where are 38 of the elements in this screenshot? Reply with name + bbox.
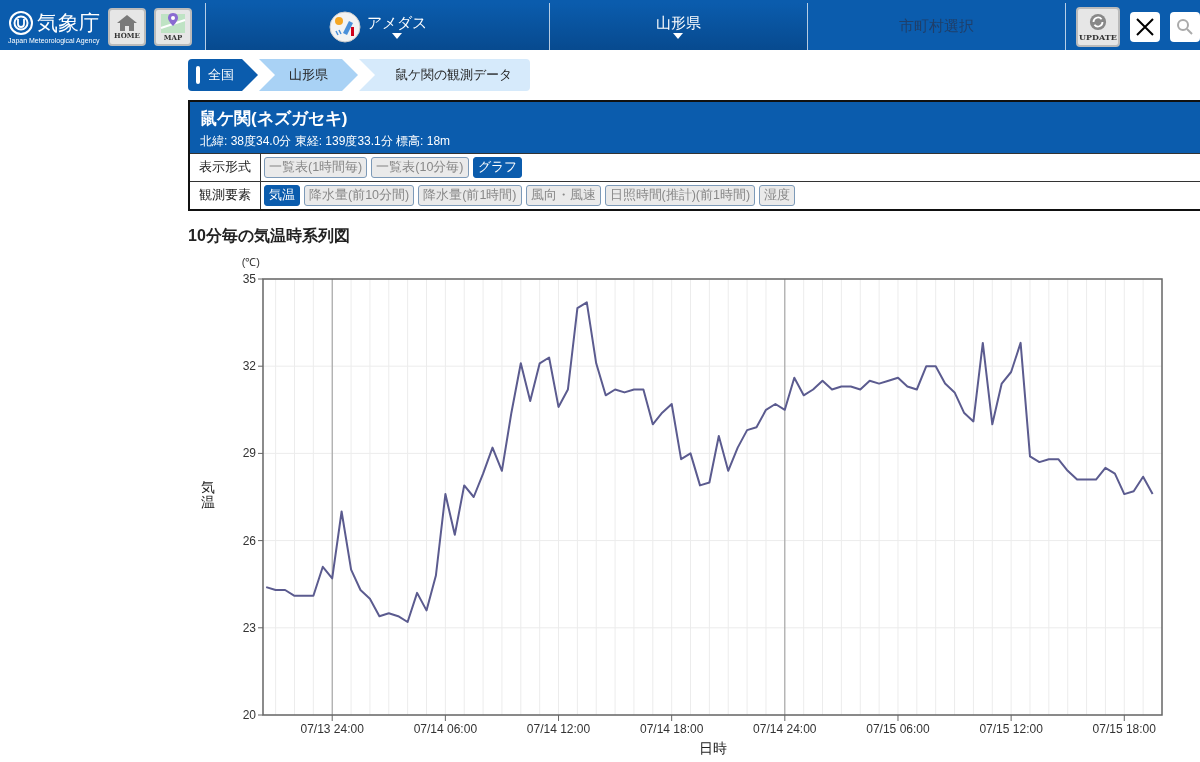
row-label: 表示形式 (190, 153, 261, 181)
station-location: 北緯: 38度34.0分 東経: 139度33.1分 標高: 18m (200, 132, 452, 150)
search-icon[interactable] (1170, 11, 1200, 42)
agency-logo-icon (8, 9, 34, 36)
breadcrumb-link[interactable]: 山形県 (259, 59, 358, 91)
x-tick-label: 07/14 12:00 (526, 721, 591, 736)
update-button[interactable]: UPDATE (1076, 6, 1120, 47)
y-tick-label: 29 (242, 445, 256, 460)
y-axis-label: 気温 (201, 479, 215, 511)
row-label: 観測要素 (190, 181, 261, 209)
map-pin-icon (160, 12, 186, 34)
breadcrumb-link[interactable]: 全国 (188, 59, 258, 91)
refresh-icon (1089, 12, 1107, 31)
house-icon (116, 14, 138, 32)
breadcrumb-link[interactable]: 鼠ケ関の観測データ (359, 59, 530, 91)
x-tick-label: 07/14 06:00 (413, 721, 478, 736)
x-tick-label: 07/15 12:00 (979, 721, 1043, 736)
station-name: 鼠ケ関(ネズガセキ) (200, 108, 349, 130)
y-tick-label: 26 (242, 533, 256, 548)
option-button[interactable]: 気温 (264, 184, 300, 206)
weather-map-icon (328, 10, 361, 43)
y-tick-label: 20 (242, 707, 256, 722)
nav-dropdown[interactable]: アメダス (206, 3, 551, 50)
x-tick-label: 07/13 24:00 (300, 721, 364, 736)
x-tick-label: 07/14 18:00 (639, 721, 704, 736)
y-tick-label: 23 (242, 620, 256, 635)
unit-label: (℃) (241, 255, 260, 268)
nav-dropdown[interactable]: 山形県 (550, 3, 808, 50)
option-button[interactable]: グラフ (472, 156, 522, 178)
x-logo-icon[interactable] (1130, 11, 1160, 42)
x-tick-label: 07/14 24:00 (753, 721, 817, 736)
agency-name: 気象庁 (37, 12, 100, 33)
x-tick-label: 07/15 18:00 (1092, 721, 1156, 736)
x-tick-label: 07/15 06:00 (866, 721, 930, 736)
y-tick-label: 35 (242, 271, 256, 286)
x-axis-label: 日時 (698, 739, 727, 756)
y-tick-label: 32 (242, 358, 256, 373)
chart-title: 10分毎の気温時系列図 (188, 225, 351, 246)
